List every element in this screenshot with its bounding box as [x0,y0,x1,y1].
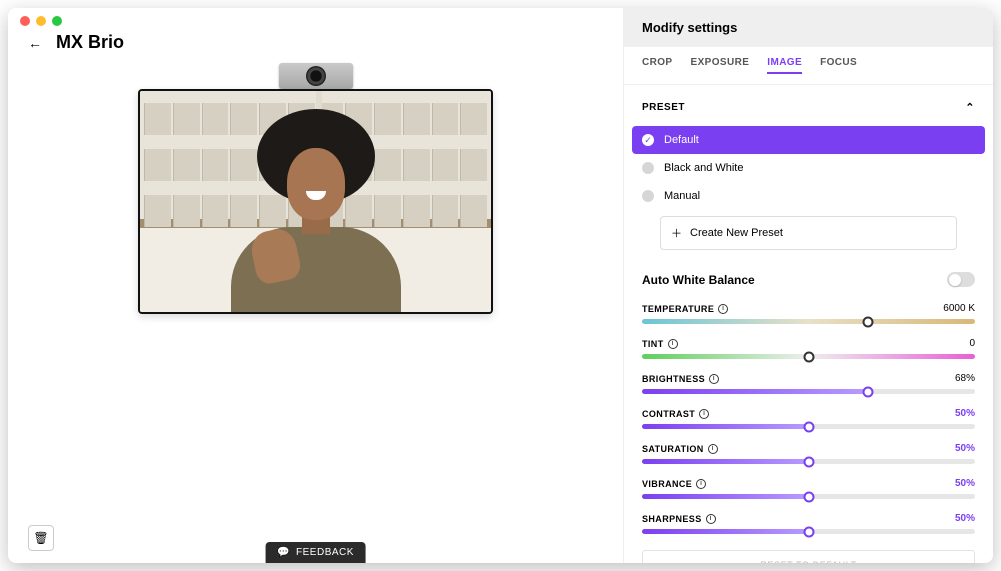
vibrance-slider-row: VIBRANCE i 50% [624,474,993,509]
saturation-value: 50% [955,443,975,454]
tint-slider[interactable] [642,354,975,359]
contrast-slider[interactable] [642,424,975,429]
preset-label: Black and White [664,162,743,174]
preset-radio-icon [642,162,654,174]
brightness-slider[interactable] [642,389,975,394]
vibrance-value: 50% [955,478,975,489]
delete-button[interactable]: 🗑 [28,525,54,551]
tint-value: 0 [969,338,975,349]
preset-default[interactable]: ✓ Default [632,126,985,154]
reset-button[interactable]: RESET TO DEFAULT [642,550,975,563]
brightness-slider-row: BRIGHTNESS i 68% [624,369,993,404]
contrast-slider-row: CONTRAST i 50% [624,404,993,439]
temperature-slider-row: TEMPERATURE i 6000 K [624,299,993,334]
feedback-label: FEEDBACK [296,547,354,558]
tab-image[interactable]: IMAGE [767,57,802,74]
tint-thumb[interactable] [803,351,814,362]
temperature-thumb[interactable] [863,316,874,327]
preset-radio-icon [642,190,654,202]
tint-label: TINT i [642,339,678,349]
feedback-button[interactable]: 💬 FEEDBACK [265,542,366,563]
saturation-label: SATURATION i [642,444,718,454]
tab-exposure[interactable]: EXPOSURE [691,57,750,74]
info-icon[interactable]: i [708,444,718,454]
sharpness-thumb[interactable] [803,526,814,537]
tab-focus[interactable]: FOCUS [820,57,857,74]
tab-crop[interactable]: CROP [642,57,673,74]
create-preset-label: Create New Preset [690,227,783,239]
preset-list: ✓ Default Black and White Manual [624,126,993,210]
preset-manual[interactable]: Manual [624,182,993,210]
preset-section-header[interactable]: PRESET ⌃ [642,95,975,120]
temperature-label: TEMPERATURE i [642,304,728,314]
temperature-value: 6000 K [943,303,975,314]
chat-icon: 💬 [277,547,290,558]
app-window: ← MX Brio [8,8,993,563]
vibrance-thumb[interactable] [803,491,814,502]
vibrance-label: VIBRANCE i [642,479,706,489]
sharpness-slider-row: SHARPNESS i 50% [624,509,993,544]
sharpness-value: 50% [955,513,975,524]
sharpness-label: SHARPNESS i [642,514,716,524]
plus-icon: ＋ [671,225,682,241]
tint-slider-row: TINT i 0 [624,334,993,369]
brightness-value: 68% [955,373,975,384]
webcam-icon [279,63,353,89]
chevron-up-icon: ⌃ [965,101,975,114]
sharpness-slider[interactable] [642,529,975,534]
info-icon[interactable]: i [718,304,728,314]
page-title: MX Brio [56,32,124,53]
panel-title: Modify settings [624,8,993,47]
info-icon[interactable]: i [696,479,706,489]
camera-preview [138,89,493,314]
info-icon[interactable]: i [668,339,678,349]
preset-black-and-white[interactable]: Black and White [624,154,993,182]
preset-label: Manual [664,190,700,202]
brightness-label: BRIGHTNESS i [642,374,719,384]
info-icon[interactable]: i [699,409,709,419]
contrast-thumb[interactable] [803,421,814,432]
info-icon[interactable]: i [706,514,716,524]
saturation-slider[interactable] [642,459,975,464]
preset-section-label: PRESET [642,102,685,113]
back-button[interactable]: ← [28,35,42,51]
preset-radio-icon: ✓ [642,134,654,146]
awb-toggle[interactable] [947,272,975,287]
temperature-slider[interactable] [642,319,975,324]
preset-label: Default [664,134,699,146]
awb-label: Auto White Balance [642,273,755,287]
contrast-value: 50% [955,408,975,419]
saturation-slider-row: SATURATION i 50% [624,439,993,474]
main-area: ← MX Brio [8,8,623,563]
vibrance-slider[interactable] [642,494,975,499]
info-icon[interactable]: i [709,374,719,384]
settings-panel: Modify settings CROP EXPOSURE IMAGE FOCUS P… [623,8,993,563]
settings-tabs: CROP EXPOSURE IMAGE FOCUS [624,47,993,85]
brightness-thumb[interactable] [863,386,874,397]
contrast-label: CONTRAST i [642,409,709,419]
create-preset-button[interactable]: ＋ Create New Preset [660,216,957,250]
saturation-thumb[interactable] [803,456,814,467]
